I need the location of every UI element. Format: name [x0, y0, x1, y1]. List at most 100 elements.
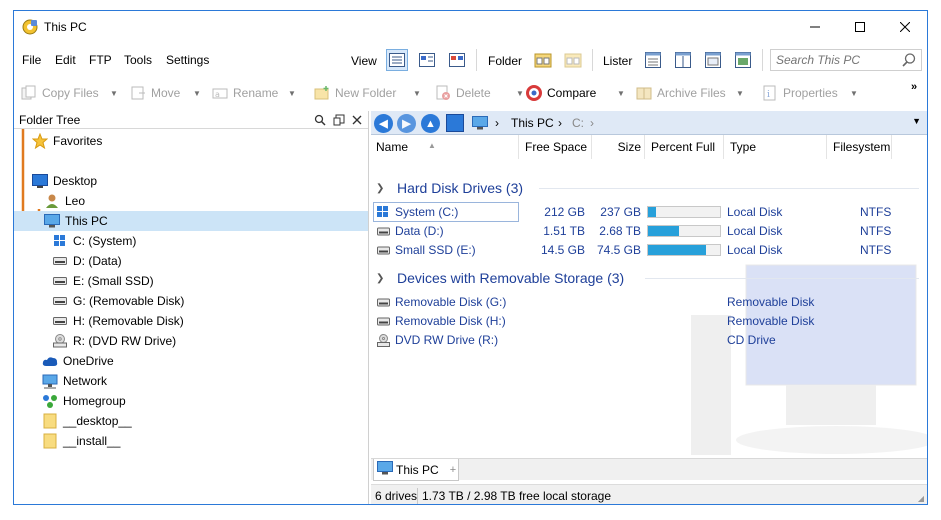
close-panel-icon[interactable] [350, 113, 364, 127]
group-divider [645, 278, 919, 279]
tree-item-drive-c[interactable]: C: (System) [52, 231, 136, 251]
tree-lister-icon[interactable] [702, 49, 724, 71]
column-header-filesystem[interactable]: Filesystem [828, 135, 892, 159]
drive-type: Local Disk [727, 243, 783, 257]
copy-files-dropdown-icon[interactable]: ▼ [110, 89, 118, 98]
search-icon[interactable] [902, 53, 916, 70]
column-header-name[interactable]: Name ▲ [371, 135, 519, 159]
copy-files-button[interactable]: Copy Files ▼ [20, 82, 118, 104]
tree-item-network[interactable]: Network [42, 371, 107, 391]
location-icon[interactable] [446, 114, 464, 132]
folder-options-icon[interactable] [532, 49, 554, 71]
tree-item-label: __install__ [63, 434, 121, 448]
breadcrumb-separator: › [558, 116, 562, 130]
up-arrow-icon[interactable]: ▲ [421, 114, 440, 133]
toolbar-overflow-icon[interactable]: » [911, 81, 917, 93]
maximize-button[interactable] [837, 11, 882, 43]
windows-drive-icon [52, 233, 68, 249]
properties-button[interactable]: i Properties ▼ [761, 82, 858, 104]
group-collapse-icon[interactable]: ❯ [376, 273, 390, 284]
back-arrow-icon[interactable]: ◀ [374, 114, 393, 133]
tree-item-onedrive[interactable]: OneDrive [42, 351, 114, 371]
menu-settings[interactable]: Settings [166, 53, 209, 67]
breadcrumb-separator: › [495, 116, 499, 130]
search-box[interactable] [770, 49, 922, 71]
app-logo-icon [22, 19, 38, 35]
forward-arrow-icon[interactable]: ▶ [397, 114, 416, 133]
menu-tools[interactable]: Tools [124, 53, 152, 67]
star-icon [32, 133, 48, 149]
tree-item-favorites[interactable]: Favorites [32, 131, 102, 151]
dual-lister-icon[interactable] [672, 49, 694, 71]
tree-item-desktop[interactable]: Desktop [32, 171, 97, 191]
tree-item-drive-g[interactable]: G: (Removable Disk) [52, 291, 184, 311]
breadcrumb-this-pc[interactable]: This PC [511, 116, 554, 130]
file-list: Name ▲ Free Space Size Percent Full Type… [371, 135, 927, 458]
drive-row-g[interactable]: Removable Disk (G:) Removable Disk [371, 293, 927, 312]
drive-row-r[interactable]: DVD RW Drive (R:) CD Drive [371, 331, 927, 350]
address-dropdown-icon[interactable]: ▼ [912, 116, 921, 126]
compare-button[interactable]: Compare ▼ [525, 82, 625, 104]
tree-item-drive-e[interactable]: E: (Small SSD) [52, 271, 154, 291]
breadcrumb-drive-c[interactable]: C: [572, 116, 584, 130]
tab-this-pc[interactable]: This PC + [373, 459, 459, 481]
tree-item-drive-d[interactable]: D: (Data) [52, 251, 122, 271]
move-dropdown-icon[interactable]: ▼ [193, 89, 201, 98]
tree-item-homegroup[interactable]: Homegroup [42, 391, 126, 411]
details-view-icon[interactable] [386, 49, 408, 71]
delete-button[interactable]: Delete ▼ [434, 82, 524, 104]
group-collapse-icon[interactable]: ❯ [376, 183, 390, 194]
close-button[interactable] [882, 11, 927, 43]
column-header-type[interactable]: Type [725, 135, 827, 159]
search-input[interactable] [776, 50, 900, 70]
tree-item-drive-h[interactable]: H: (Removable Disk) [52, 311, 184, 331]
group-header-removable-storage[interactable]: ❯ Devices with Removable Storage (3) [371, 268, 624, 288]
minimize-button[interactable] [792, 11, 837, 43]
percent-full-bar-fill [648, 207, 656, 217]
delete-dropdown-icon[interactable]: ▼ [516, 89, 524, 98]
rename-button[interactable]: a Rename ▼ [211, 82, 296, 104]
group-header-hard-disk-drives[interactable]: ❯ Hard Disk Drives (3) [371, 178, 523, 198]
folder-layout-icon[interactable] [562, 49, 584, 71]
menu-edit[interactable]: Edit [55, 53, 76, 67]
tree-item-this-pc[interactable]: This PC [14, 211, 368, 231]
drive-row-h[interactable]: Removable Disk (H:) Removable Disk [371, 312, 927, 331]
menu-ftp[interactable]: FTP [89, 53, 112, 67]
column-header-free-space[interactable]: Free Space [520, 135, 592, 159]
preview-view-icon[interactable] [416, 49, 438, 71]
image-lister-icon[interactable] [732, 49, 754, 71]
column-header-size[interactable]: Size [593, 135, 645, 159]
drive-icon [52, 313, 68, 329]
group-divider [539, 188, 919, 189]
dvd-drive-icon [377, 333, 391, 347]
menu-file[interactable]: File [22, 53, 41, 67]
properties-dropdown-icon[interactable]: ▼ [850, 89, 858, 98]
archive-files-dropdown-icon[interactable]: ▼ [736, 89, 744, 98]
drive-row-d[interactable]: Data (D:) 1.51 TB 2.68 TB Local Disk NTF… [371, 222, 927, 241]
tree-item-leo[interactable]: Leo [44, 191, 85, 211]
archive-files-button[interactable]: Archive Files ▼ [635, 82, 744, 104]
rename-dropdown-icon[interactable]: ▼ [288, 89, 296, 98]
new-folder-button[interactable]: New Folder ▼ [313, 82, 421, 104]
tree-search-icon[interactable] [313, 113, 327, 127]
resize-grip-icon[interactable]: ◢ [918, 494, 924, 503]
thumbnail-view-icon[interactable] [446, 49, 468, 71]
tree-item-install-folder[interactable]: __install__ [42, 431, 120, 451]
single-lister-icon[interactable] [642, 49, 664, 71]
undock-icon[interactable] [332, 113, 346, 127]
column-header-percent-full[interactable]: Percent Full [646, 135, 724, 159]
drive-row-e[interactable]: Small SSD (E:) 14.5 GB 74.5 GB Local Dis… [371, 241, 927, 260]
tree-item-drive-r[interactable]: R: (DVD RW Drive) [52, 331, 176, 351]
move-label: Move [151, 86, 181, 100]
compare-dropdown-icon[interactable]: ▼ [617, 89, 625, 98]
new-tab-icon[interactable]: + [446, 463, 460, 477]
tree-item-desktop-folder[interactable]: __desktop__ [42, 411, 132, 431]
new-folder-dropdown-icon[interactable]: ▼ [413, 89, 421, 98]
column-label: Free Space [525, 140, 588, 154]
status-free-storage: 1.73 TB / 2.98 TB free local storage [422, 489, 611, 503]
drive-icon [377, 314, 391, 328]
move-button[interactable]: Move ▼ [129, 82, 201, 104]
tree-item-label: Leo [65, 194, 86, 208]
drive-row-c[interactable]: System (C:) 212 GB 237 GB Local Disk NTF… [371, 202, 927, 222]
tree-item-label: H: (Removable Disk) [73, 314, 184, 328]
